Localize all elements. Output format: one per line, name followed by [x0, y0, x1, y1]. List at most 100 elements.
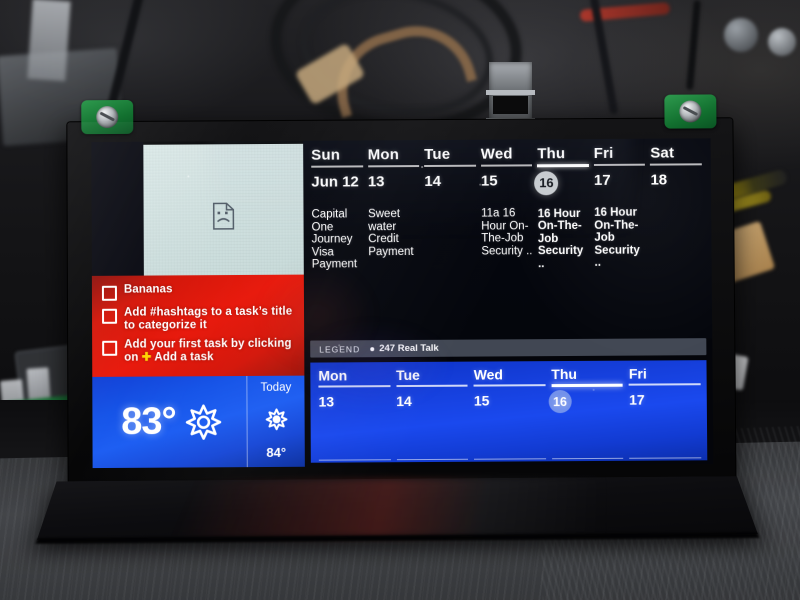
background-knob-2	[768, 28, 796, 56]
calendar-day-rule	[311, 165, 363, 168]
calendar-day-name: Wed	[480, 145, 513, 163]
week-day-name: Tue	[395, 366, 420, 384]
week-day-number: 14	[396, 392, 412, 410]
calendar-week-grid: Mon 13 Tue 14 Wed 15 Thu 16 Fri 17	[318, 365, 707, 463]
task-checkbox[interactable]	[102, 340, 118, 356]
calendar-day-rule-today	[537, 164, 589, 167]
week-day-column[interactable]: Wed 15	[474, 366, 552, 462]
mounting-tab-top-left	[81, 99, 134, 135]
week-day-number: 13	[318, 393, 335, 410]
week-day-column[interactable]: Tue 14	[396, 367, 474, 463]
calendar-day-number: 13	[367, 173, 385, 191]
calendar-week-widget[interactable]: Mon 13 Tue 14 Wed 15 Thu 16 Fri 17	[310, 360, 708, 463]
calendar-day-name: Sun	[311, 146, 341, 164]
week-day-rule	[396, 384, 468, 388]
legend-entry-name: 247 Real Talk	[379, 342, 439, 355]
task-label-part2: Add a task	[151, 351, 214, 364]
background-white-strip	[27, 0, 71, 82]
background-wire-3	[686, 0, 701, 91]
week-day-rule	[628, 383, 701, 386]
add-task-plus-icon[interactable]: ✚	[142, 351, 152, 363]
calendar-day-column[interactable]: Wed 15 11a 16 Hour On-The-Job Security .…	[481, 145, 539, 339]
task-item[interactable]: Bananas	[101, 283, 296, 301]
week-day-footer-rule	[474, 457, 546, 460]
week-day-number-today: 16	[548, 390, 623, 414]
calendar-event[interactable]: Capital One Journey Visa Payment	[311, 208, 363, 271]
today-pill: 16	[548, 390, 572, 414]
calendar-day-column[interactable]: Sun Jun 12 Capital One Journey Visa Paym…	[311, 146, 369, 340]
bracket-slot	[493, 96, 528, 114]
calendar-day-number: 15	[480, 172, 498, 190]
week-day-column[interactable]: Mon 13	[318, 367, 396, 463]
weather-widget[interactable]: 83° Today 84°	[92, 375, 305, 469]
calendar-event[interactable]: Sweet water Credit Payment	[368, 208, 420, 259]
calendar-day-number: 17	[593, 171, 611, 189]
week-day-name: Thu	[551, 365, 578, 383]
calendar-day-rule	[650, 163, 702, 166]
week-day-rule-today	[551, 383, 624, 387]
dashboard-root: Bananas Add #hashtags to a task’s title …	[91, 138, 714, 469]
task-label: Add your first task by clicking on ✚ Add…	[124, 338, 296, 365]
forecast-high-temp: 84°	[266, 444, 287, 460]
task-item[interactable]: Add #hashtags to a task’s title to categ…	[102, 306, 296, 333]
week-day-name: Wed	[473, 366, 504, 383]
calendar-event[interactable]: 16 Hour On-The-Job Security ..	[594, 207, 646, 270]
calendar-day-rule	[367, 165, 420, 168]
sun-icon	[185, 404, 222, 440]
calendar-day-column[interactable]: Sat 18	[650, 144, 708, 338]
week-day-footer-rule	[318, 458, 391, 461]
weather-forecast-today: Today 84°	[246, 375, 305, 468]
display-screen[interactable]: Bananas Add #hashtags to a task’s title …	[91, 138, 714, 469]
calendar-day-name: Sat	[650, 144, 675, 162]
calendar-legend-bar: LEGEND 247 Real Talk	[310, 338, 707, 358]
calendar-day-column[interactable]: Mon 13 Sweet water Credit Payment	[368, 146, 426, 340]
stand-reflection	[36, 476, 758, 540]
calendar-day-rule	[424, 164, 476, 168]
week-day-number: 17	[629, 391, 645, 408]
dashboard-left-column: Bananas Add #hashtags to a task’s title …	[91, 140, 305, 469]
legend-label: LEGEND	[319, 343, 361, 355]
week-day-rule	[473, 384, 546, 387]
calendar-day-column-today[interactable]: Thu 16 16 Hour On-The-Job Security ..	[534, 145, 595, 339]
workbench-photo-scene: Bananas Add #hashtags to a task’s title …	[0, 0, 800, 600]
task-item[interactable]: Add your first task by clicking on ✚ Add…	[102, 338, 296, 365]
forecast-label: Today	[260, 381, 292, 394]
calendar-day-name: Tue	[424, 145, 451, 164]
week-day-column-today[interactable]: Thu 16	[548, 365, 629, 462]
sun-icon	[264, 408, 287, 431]
calendar-event[interactable]: 11a 16 Hour On-The-Job Security ..	[481, 207, 533, 258]
photo-placeholder	[143, 143, 304, 288]
calendar-day-number: 18	[650, 171, 668, 189]
photo-widget[interactable]	[91, 141, 304, 288]
weather-current-temp: 83°	[121, 400, 176, 444]
dashboard-right-column: Sun Jun 12 Capital One Journey Visa Paym…	[303, 138, 714, 467]
calendar-day-number: Jun 12	[311, 173, 359, 191]
calendar-day-name: Fri	[593, 144, 614, 162]
bracket-lip-top	[486, 90, 535, 95]
calendar-day-column[interactable]: Fri 17 16 Hour On-The-Job Security ..	[594, 145, 652, 339]
calendar-event[interactable]: 16 Hour On-The-Job Security ..	[538, 207, 590, 270]
display-stand	[35, 476, 760, 544]
calendar-month-widget[interactable]: Sun Jun 12 Capital One Journey Visa Paym…	[303, 138, 713, 341]
week-day-number: 15	[473, 392, 490, 409]
task-label: Add #hashtags to a task’s title to categ…	[123, 305, 293, 332]
week-day-rule	[318, 385, 391, 388]
week-day-footer-rule	[629, 456, 702, 459]
task-checkbox[interactable]	[101, 285, 117, 301]
calendar-day-column[interactable]: Tue 14	[424, 146, 482, 340]
calendar-day-name: Mon	[367, 146, 400, 164]
weather-current: 83°	[92, 376, 247, 468]
task-checkbox[interactable]	[102, 308, 118, 324]
broken-document-sad-icon	[213, 202, 235, 230]
mounting-tab-top-right	[664, 94, 717, 129]
week-day-column[interactable]: Fri 17	[629, 365, 707, 461]
calendar-day-rule	[593, 163, 646, 166]
week-day-name: Fri	[628, 365, 647, 382]
lcd-display-device: Bananas Add #hashtags to a task’s title …	[67, 94, 736, 511]
screw-icon	[679, 100, 702, 123]
screw-icon	[96, 106, 119, 129]
task-list-widget[interactable]: Bananas Add #hashtags to a task’s title …	[91, 274, 305, 377]
calendar-day-rule	[480, 164, 533, 167]
week-day-name: Mon	[318, 367, 348, 384]
today-pill: 16	[534, 170, 559, 195]
